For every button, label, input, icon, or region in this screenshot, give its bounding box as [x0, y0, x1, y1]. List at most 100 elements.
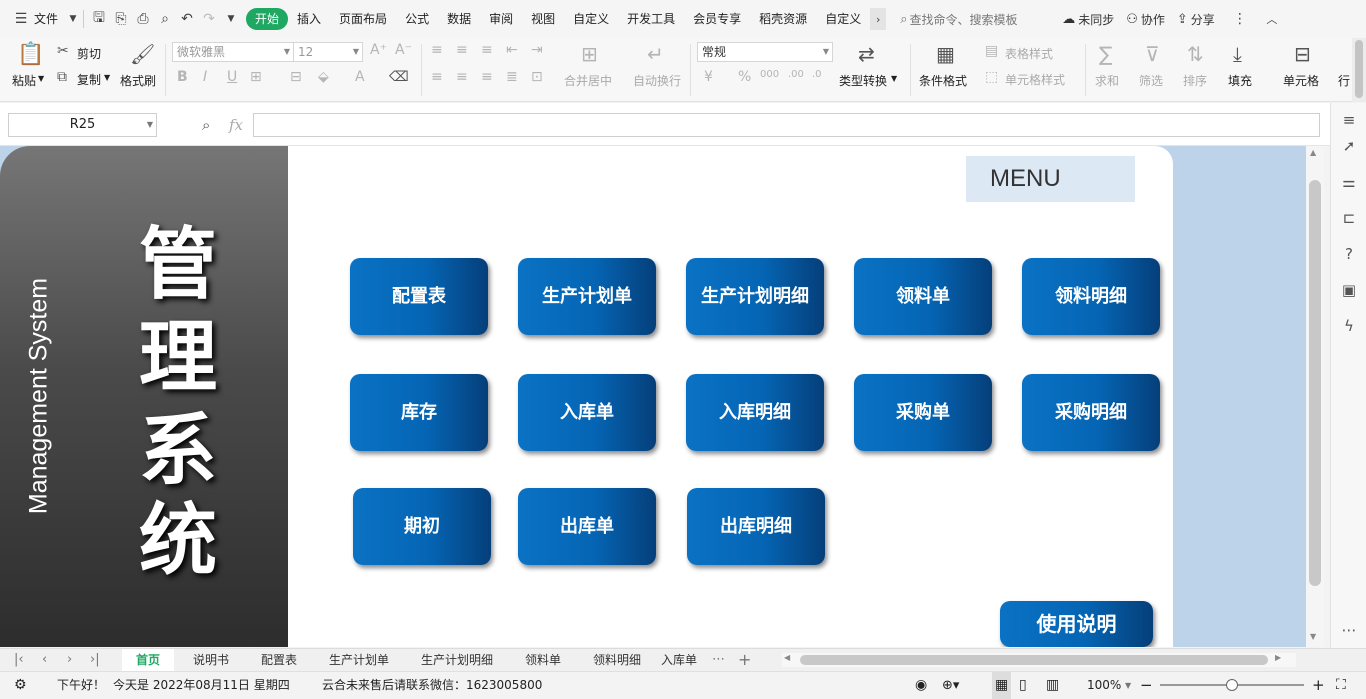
help-button[interactable]: 使用说明: [1000, 601, 1153, 647]
zoom-slider[interactable]: [1160, 679, 1304, 691]
tab-11[interactable]: 自定义: [816, 8, 870, 30]
nav-button[interactable]: 出库明细: [687, 488, 825, 565]
more-icon[interactable]: ⋯: [1338, 619, 1360, 641]
currency-icon[interactable]: ¥: [704, 69, 713, 85]
font-name-select[interactable]: 微软雅黑 ▼: [172, 42, 294, 62]
fill-color-icon[interactable]: ⬙: [318, 69, 329, 85]
sheet-tab[interactable]: 生产计划单: [315, 649, 403, 671]
fill-button[interactable]: 填充: [1228, 72, 1252, 89]
next-sheet-icon[interactable]: ›: [67, 649, 72, 671]
justify-icon[interactable]: ≣: [506, 69, 518, 85]
tab-1[interactable]: 插入: [288, 8, 330, 30]
share-button[interactable]: ⇪ 分享: [1177, 11, 1215, 28]
sheet-area[interactable]: Management System 管 理 系 统 MENU 配置表 生产计划单…: [0, 146, 1306, 647]
align-left-icon[interactable]: ≡: [431, 69, 443, 85]
ribbon-scroll-thumb[interactable]: [1355, 40, 1363, 98]
save-icon[interactable]: 🖫: [88, 8, 110, 30]
cut-button[interactable]: 剪切: [77, 45, 101, 62]
distributed-icon[interactable]: ⊡: [531, 69, 543, 85]
search-box[interactable]: ⌕ 查找命令、搜索模板: [900, 11, 1050, 28]
nav-button[interactable]: 出库单: [518, 488, 656, 565]
tab-7[interactable]: 自定义: [564, 8, 618, 30]
wrap-text-button[interactable]: 自动换行: [633, 72, 681, 89]
percent-icon[interactable]: %: [738, 69, 751, 85]
nav-button[interactable]: 领料单: [854, 258, 992, 335]
page-layout-icon[interactable]: ▯: [1019, 672, 1027, 699]
scroll-thumb[interactable]: [1309, 180, 1321, 586]
scroll-left-icon[interactable]: ◀: [784, 653, 790, 662]
tab-6[interactable]: 视图: [522, 8, 564, 30]
paste-dropdown-icon[interactable]: ▼: [38, 74, 44, 83]
cursor-icon[interactable]: ➚: [1338, 135, 1360, 157]
nav-button[interactable]: 配置表: [350, 258, 488, 335]
print-icon[interactable]: ⎙: [132, 8, 154, 30]
increase-font-icon[interactable]: A⁺: [370, 42, 387, 58]
page-break-icon[interactable]: ▥: [1046, 672, 1059, 699]
collab-button[interactable]: ⚇ 协作: [1126, 11, 1165, 28]
align-top-icon[interactable]: ≡: [431, 42, 443, 58]
copy-dropdown-icon[interactable]: ▼: [104, 73, 110, 82]
align-bottom-icon[interactable]: ≡: [481, 42, 493, 58]
nav-button[interactable]: 采购单: [854, 374, 992, 451]
nav-button[interactable]: 期初: [353, 488, 491, 565]
nav-button[interactable]: 领料明细: [1022, 258, 1160, 335]
tab-9[interactable]: 会员专享: [684, 8, 750, 30]
copy-button[interactable]: 复制: [77, 71, 101, 88]
horizontal-scrollbar[interactable]: ◀ ▶: [782, 653, 1296, 667]
more-tabs-icon[interactable]: ›: [870, 8, 887, 30]
chevron-down-icon[interactable]: ▼: [147, 114, 153, 136]
font-settings-icon[interactable]: ⊟: [290, 69, 302, 85]
sheet-tab[interactable]: 说明书: [179, 649, 243, 671]
nav-button[interactable]: 生产计划单: [518, 258, 656, 335]
lightning-icon[interactable]: ϟ: [1338, 315, 1360, 337]
vertical-scrollbar[interactable]: ▲ ▼: [1306, 146, 1324, 647]
cell-button[interactable]: 单元格: [1283, 72, 1319, 89]
font-size-select[interactable]: 12 ▼: [293, 42, 363, 62]
more-options-icon[interactable]: ⋮: [1229, 8, 1251, 30]
menu-lines-icon[interactable]: ≡: [1338, 109, 1360, 131]
add-sheet-icon[interactable]: +: [738, 649, 751, 671]
type-convert-button[interactable]: 类型转换: [839, 72, 887, 89]
sum-button[interactable]: 求和: [1095, 72, 1119, 89]
first-sheet-icon[interactable]: |‹: [14, 649, 24, 671]
sheet-tab[interactable]: 生产计划明细: [407, 649, 507, 671]
font-color-icon[interactable]: A: [355, 69, 365, 85]
paste-icon[interactable]: 📋: [17, 42, 44, 67]
nav-button[interactable]: 库存: [350, 374, 488, 451]
tab-4[interactable]: 数据: [438, 8, 480, 30]
normal-view-icon[interactable]: ▦: [992, 672, 1012, 699]
scroll-right-icon[interactable]: ▶: [1275, 653, 1281, 662]
number-format-select[interactable]: 常规 ▼: [697, 42, 833, 62]
type-convert-dropdown-icon[interactable]: ▼: [891, 74, 897, 83]
zoom-in-icon[interactable]: +: [1312, 672, 1325, 699]
sync-button[interactable]: ☁ 未同步: [1062, 11, 1114, 28]
scroll-down-icon[interactable]: ▼: [1310, 632, 1316, 641]
thousands-icon[interactable]: 000: [760, 69, 779, 80]
more-sheets-icon[interactable]: ⋯: [712, 649, 725, 671]
redo-icon[interactable]: ↷: [198, 8, 220, 30]
underline-icon[interactable]: U: [227, 69, 237, 85]
italic-icon[interactable]: I: [203, 69, 207, 85]
sheet-tab[interactable]: 领料单: [511, 649, 575, 671]
print-preview-icon[interactable]: ⌕: [154, 8, 176, 30]
nav-button[interactable]: 入库明细: [686, 374, 824, 451]
border-icon[interactable]: ⊞: [250, 69, 262, 85]
nav-button[interactable]: 入库单: [518, 374, 656, 451]
export-pdf-icon[interactable]: ⎘: [110, 8, 132, 30]
sheet-tab[interactable]: 领料明细: [579, 649, 655, 671]
tab-3[interactable]: 公式: [396, 8, 438, 30]
decrease-decimal-icon[interactable]: .0: [812, 69, 822, 80]
sliders-icon[interactable]: ⚌: [1338, 171, 1360, 193]
cell-style-button[interactable]: 单元格样式: [1005, 71, 1065, 88]
sheet-tab[interactable]: 首页: [122, 649, 175, 671]
scroll-up-icon[interactable]: ▲: [1310, 148, 1316, 157]
sort-button[interactable]: 排序: [1183, 72, 1207, 89]
view-mode-icon[interactable]: ⊕▾: [942, 672, 959, 699]
properties-icon[interactable]: ⊏: [1338, 207, 1360, 229]
fx-icon[interactable]: fx: [229, 116, 243, 134]
decrease-font-icon[interactable]: A⁻: [395, 42, 412, 58]
fullscreen-icon[interactable]: ⛶: [1336, 672, 1346, 699]
filter-button[interactable]: 筛选: [1139, 72, 1163, 89]
align-middle-icon[interactable]: ≡: [456, 42, 468, 58]
undo-icon[interactable]: ↶: [176, 8, 198, 30]
